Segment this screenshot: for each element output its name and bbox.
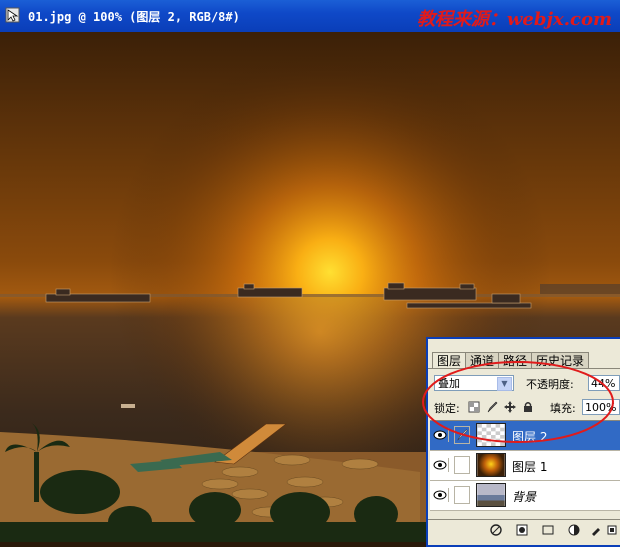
fill-input[interactable]: 100% xyxy=(582,399,620,415)
tab-channels[interactable]: 通道 xyxy=(465,352,500,369)
layer-thumbnail-transparent xyxy=(476,423,506,447)
window-title: 01.jpg @ 100% (图层 2, RGB/8#) xyxy=(28,10,240,24)
opacity-input[interactable]: 44% xyxy=(588,375,620,391)
link-slot[interactable] xyxy=(454,486,470,504)
blend-mode-value: 叠加 xyxy=(438,377,460,390)
opacity-label: 不透明度: xyxy=(526,378,574,391)
layer-thumbnail-sunset xyxy=(476,453,506,477)
link-icon[interactable] xyxy=(490,524,502,536)
mask-icon[interactable] xyxy=(542,524,554,536)
eye-visibility-icon[interactable] xyxy=(432,428,449,442)
layer-row-layer1[interactable]: 图层 1 xyxy=(430,451,620,481)
lock-all-icon[interactable] xyxy=(522,401,534,413)
lock-label: 锁定: xyxy=(434,402,460,415)
lock-position-move-icon[interactable] xyxy=(504,401,516,413)
lock-row: 锁定: 填充: 100% xyxy=(434,399,620,417)
adjustment-icon[interactable] xyxy=(590,524,602,536)
watermark-text: 教程来源：webjx.com xyxy=(416,9,612,30)
blend-mode-select[interactable]: 叠加 ▼ xyxy=(434,375,514,391)
tab-paths[interactable]: 路径 xyxy=(498,352,533,369)
link-slot[interactable] xyxy=(454,456,470,474)
new-set-icon[interactable] xyxy=(568,524,580,536)
palette-bottom-bar xyxy=(428,519,620,540)
tab-history[interactable]: 历史记录 xyxy=(531,352,590,369)
window-title-bar: 01.jpg @ 100% (图层 2, RGB/8#) 教程来源：webjx.… xyxy=(0,0,620,33)
fill-label: 填充: xyxy=(550,402,576,415)
layer-thumbnail-harbor xyxy=(476,483,506,507)
layer-row-background[interactable]: 背景 xyxy=(430,481,620,511)
layers-palette: 图层 通道 路径 历史记录 叠加 ▼ 不透明度: 44% 锁定: 填充: 100… xyxy=(426,337,620,547)
layer-name-layer2: 图层 2 xyxy=(512,430,548,444)
photoshop-document-icon[interactable] xyxy=(5,7,21,23)
tab-divider xyxy=(428,368,620,369)
blend-row: 叠加 ▼ 不透明度: 44% xyxy=(434,375,620,393)
eye-visibility-icon[interactable] xyxy=(432,488,449,502)
chevron-down-icon[interactable]: ▼ xyxy=(497,377,512,391)
lock-pixels-brush-icon[interactable] xyxy=(486,401,498,413)
layers-list: 图层 2 图层 1 背景 xyxy=(430,420,620,511)
brush-edit-icon[interactable] xyxy=(454,426,470,444)
layer-name-layer1: 图层 1 xyxy=(512,460,548,474)
new-layer-icon[interactable] xyxy=(606,524,618,536)
palette-tabs: 图层 通道 路径 历史记录 xyxy=(432,352,590,369)
layer-style-icon[interactable] xyxy=(516,524,528,536)
eye-visibility-icon[interactable] xyxy=(432,458,449,472)
layer-row-layer2[interactable]: 图层 2 xyxy=(430,421,620,451)
lock-transparency-icon[interactable] xyxy=(468,401,480,413)
layer-name-background: 背景 xyxy=(512,490,537,504)
tab-layers[interactable]: 图层 xyxy=(432,352,467,369)
